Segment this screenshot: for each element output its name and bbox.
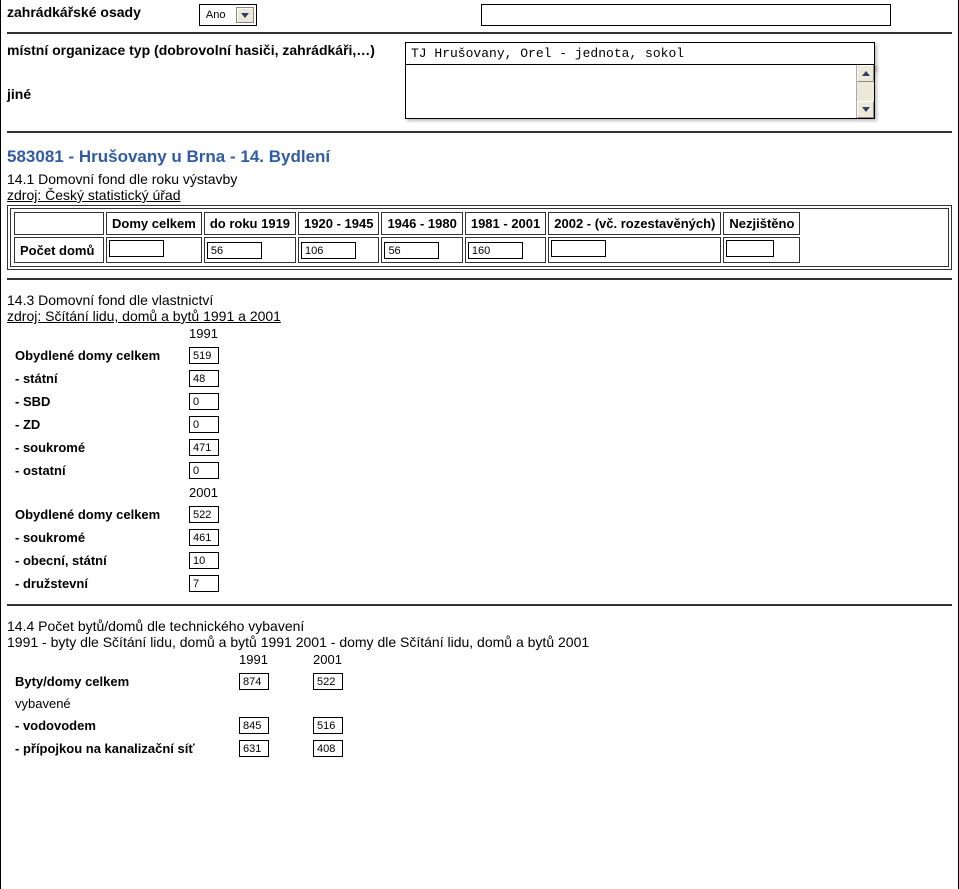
table-14-1: Domy celkem do roku 1919 1920 - 1945 194… <box>12 210 802 265</box>
data-cell[interactable]: 106 <box>301 242 356 259</box>
col-header: Domy celkem <box>106 212 202 235</box>
data-cell[interactable]: 48 <box>189 370 219 387</box>
dropdown-osady-button[interactable] <box>236 7 254 23</box>
source-14-4: 1991 - byty dle Sčítání lidu, domů a byt… <box>1 634 958 650</box>
data-cell[interactable]: 160 <box>468 242 523 259</box>
row-label: - vodovodem <box>15 718 225 733</box>
data-cell[interactable]: 10 <box>189 552 219 569</box>
divider <box>7 604 952 606</box>
data-cell[interactable]: 522 <box>313 673 343 690</box>
data-cell[interactable]: 522 <box>189 506 219 523</box>
row-label: - ostatní <box>15 463 175 478</box>
col-header: do roku 1919 <box>204 212 296 235</box>
scroll-down-button[interactable] <box>857 101 874 118</box>
row-label: - přípojkou na kanalizační síť <box>15 741 225 756</box>
source-14-1: zdroj: Český statistický úřad <box>1 187 958 203</box>
row-label: Počet domů <box>14 237 104 263</box>
col-header: Nezjištěno <box>723 212 800 235</box>
row-label: Obydlené domy celkem <box>15 348 175 363</box>
year-label-2001: 2001 <box>189 485 249 500</box>
textarea-jine[interactable] <box>405 64 875 119</box>
year-label-1991: 1991 <box>189 326 249 341</box>
data-cell[interactable]: 0 <box>189 416 219 433</box>
chevron-up-icon <box>862 71 870 76</box>
row-label: vybavené <box>15 696 225 711</box>
textarea-jine-value <box>406 65 856 118</box>
data-cell[interactable]: 631 <box>239 740 269 757</box>
grid-14-3: 1991 Obydlené domy celkem 519 - státní 4… <box>1 324 958 598</box>
data-cell[interactable]: 461 <box>189 529 219 546</box>
table-row: Domy celkem do roku 1919 1920 - 1945 194… <box>14 212 800 235</box>
chevron-down-icon <box>862 107 870 112</box>
label-organizace: místní organizace typ (dobrovolní hasiči… <box>7 42 387 58</box>
data-cell[interactable]: 7 <box>189 575 219 592</box>
label-osady: zahrádkářské osady <box>7 4 141 20</box>
dropdown-osady-value: Ano <box>206 9 228 21</box>
data-cell[interactable]: 0 <box>189 462 219 479</box>
data-cell[interactable]: 519 <box>189 347 219 364</box>
col-header: 2002 - (vč. rozestavěných) <box>548 212 721 235</box>
row-label: Byty/domy celkem <box>15 674 225 689</box>
row-label: - SBD <box>15 394 175 409</box>
section-title-bydleni: 583081 - Hrušovany u Brna - 14. Bydlení <box>1 141 958 167</box>
chevron-down-icon <box>241 13 249 18</box>
heading-14-1: 14.1 Domovní fond dle roku výstavby <box>1 167 958 187</box>
row-label: - obecní, státní <box>15 553 175 568</box>
heading-14-3: 14.3 Domovní fond dle vlastnictví <box>1 288 958 308</box>
data-cell[interactable]: 874 <box>239 673 269 690</box>
label-jine: jiné <box>7 86 387 102</box>
data-cell[interactable] <box>551 240 606 257</box>
heading-14-4: 14.4 Počet bytů/domů dle technického vyb… <box>1 614 958 634</box>
source-14-3: zdroj: Sčítání lidu, domů a bytů 1991 a … <box>1 308 958 324</box>
data-cell[interactable]: 408 <box>313 740 343 757</box>
table-14-1-frame: Domy celkem do roku 1919 1920 - 1945 194… <box>7 205 952 270</box>
row-label: Obydlené domy celkem <box>15 507 175 522</box>
data-cell[interactable] <box>726 240 774 257</box>
divider <box>7 131 952 133</box>
dropdown-osady[interactable]: Ano <box>199 4 257 26</box>
data-cell[interactable]: 845 <box>239 717 269 734</box>
data-cell[interactable]: 471 <box>189 439 219 456</box>
col-header: 1920 - 1945 <box>298 212 379 235</box>
row-label: - soukromé <box>15 530 175 545</box>
data-cell[interactable]: 516 <box>313 717 343 734</box>
data-cell[interactable]: 56 <box>207 242 262 259</box>
divider <box>7 32 952 34</box>
table-row: Počet domů 56 106 56 160 <box>14 237 800 263</box>
col-header: 1981 - 2001 <box>465 212 546 235</box>
row-label: - státní <box>15 371 175 386</box>
scroll-up-button[interactable] <box>857 65 874 82</box>
divider <box>7 278 952 280</box>
grid-14-4: 1991 2001 Byty/domy celkem 874 522 vybav… <box>1 650 958 763</box>
row-label: - soukromé <box>15 440 175 455</box>
col-header: 1946 - 1980 <box>381 212 462 235</box>
year-label-2001: 2001 <box>313 652 373 667</box>
row-label: - družstevní <box>15 576 175 591</box>
row-label: - ZD <box>15 417 175 432</box>
scrollbar-jine[interactable] <box>856 65 874 118</box>
year-label-1991: 1991 <box>239 652 299 667</box>
data-cell[interactable]: 0 <box>189 393 219 410</box>
data-cell[interactable] <box>109 240 164 257</box>
data-cell[interactable]: 56 <box>384 242 439 259</box>
input-osady-extra[interactable] <box>481 4 891 26</box>
